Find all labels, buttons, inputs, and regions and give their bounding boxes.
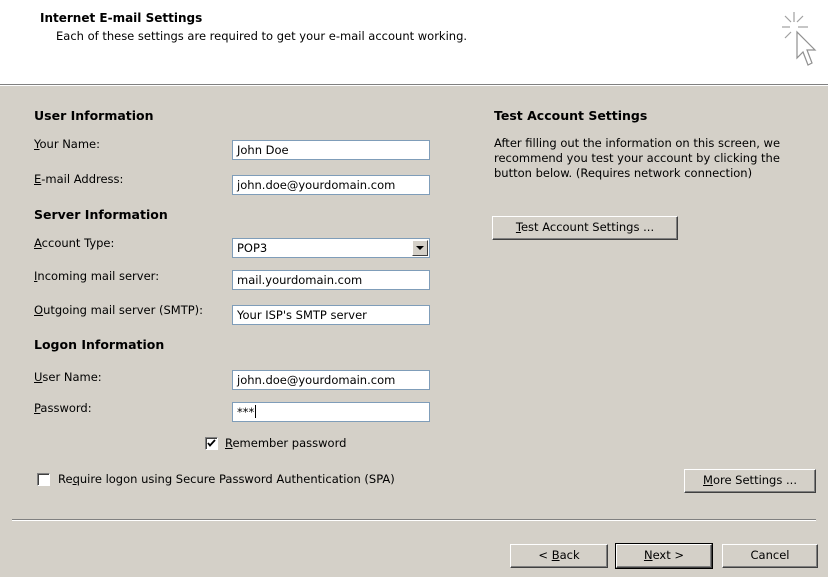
- email-input[interactable]: john.doe@yourdomain.com: [232, 175, 430, 195]
- your-name-input[interactable]: John Doe: [232, 140, 430, 160]
- outgoing-server-input[interactable]: Your ISP's SMTP server: [232, 305, 430, 325]
- cursor-sparkle-icon: [782, 12, 817, 66]
- account-type-label: Account Type:: [34, 236, 115, 250]
- incoming-server-input[interactable]: mail.yourdomain.com: [232, 270, 430, 290]
- spa-label[interactable]: Require logon using Secure Password Auth…: [58, 472, 395, 486]
- checkmark-icon: [207, 439, 216, 447]
- test-description-line: recommend you test your account by click…: [494, 151, 780, 165]
- incoming-server-label: Incoming mail server:: [34, 269, 160, 283]
- chevron-down-icon[interactable]: [412, 240, 428, 256]
- spa-checkbox[interactable]: [37, 473, 50, 486]
- header-separator: [0, 84, 828, 86]
- header-subtitle: Each of these settings are required to g…: [56, 29, 468, 43]
- test-account-settings-button[interactable]: Test Account Settings ...: [492, 216, 678, 240]
- username-input[interactable]: john.doe@yourdomain.com: [232, 370, 430, 390]
- user-info-heading: User Information: [34, 108, 154, 123]
- more-settings-button[interactable]: More Settings ...: [684, 469, 816, 493]
- server-info-heading: Server Information: [34, 207, 168, 222]
- outgoing-server-label: Outgoing mail server (SMTP):: [34, 303, 204, 317]
- text-caret: [255, 405, 257, 418]
- account-type-select[interactable]: POP3: [232, 238, 430, 258]
- wizard-header: Internet E-mail Settings Each of these s…: [0, 0, 828, 84]
- test-description-line: After filling out the information on thi…: [494, 136, 781, 150]
- test-description-line: button below. (Requires network connecti…: [494, 166, 753, 180]
- test-settings-heading: Test Account Settings: [494, 108, 648, 123]
- logon-info-heading: Logon Information: [34, 337, 165, 352]
- password-value: ***: [237, 405, 255, 419]
- footer-separator: [12, 519, 816, 521]
- back-button[interactable]: < Back: [510, 544, 608, 568]
- remember-password-checkbox[interactable]: [205, 437, 218, 450]
- remember-password-label[interactable]: Remember password: [225, 436, 346, 450]
- next-button[interactable]: Next >: [615, 543, 713, 569]
- password-input[interactable]: ***: [232, 402, 430, 422]
- email-label: E-mail Address:: [34, 172, 124, 186]
- test-settings-description: After filling out the information on thi…: [494, 136, 780, 181]
- account-type-value: POP3: [237, 241, 268, 255]
- password-label: Password:: [34, 401, 92, 415]
- username-label: User Name:: [34, 370, 102, 384]
- cancel-button[interactable]: Cancel: [722, 544, 818, 568]
- header-title: Internet E-mail Settings: [40, 11, 203, 25]
- your-name-label: Your Name:: [34, 137, 101, 151]
